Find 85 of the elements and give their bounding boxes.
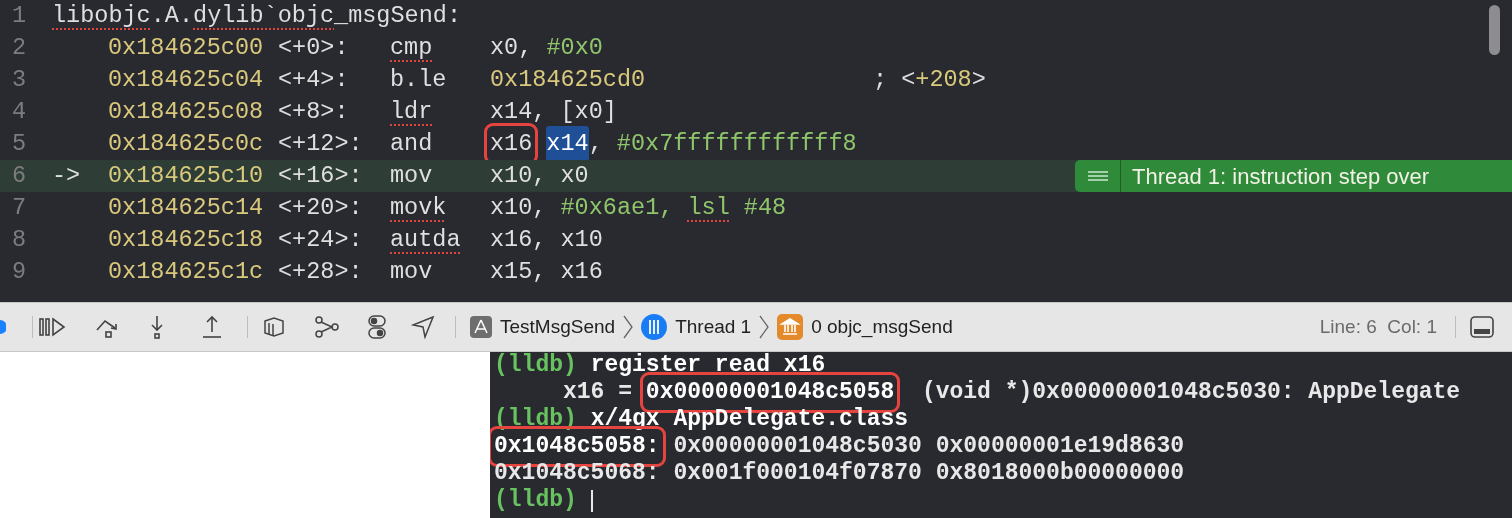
toggle-icon[interactable] — [367, 314, 387, 340]
chevron-icon — [759, 315, 770, 339]
comment: ; < — [873, 66, 916, 94]
offset: <+4>: — [278, 66, 349, 94]
immediate: #0x6ae1, — [560, 193, 675, 224]
address: 0x184625c14 — [108, 194, 264, 222]
comment: > — [971, 66, 986, 94]
console-output: (void *)0x00000001048c5030: AppDelegate — [920, 378, 1461, 408]
menu-icon — [1087, 171, 1108, 181]
mnemonic: b.le — [390, 66, 447, 94]
offset: <+8>: — [278, 98, 349, 126]
app-icon — [470, 316, 492, 338]
address: 0x184625c04 — [108, 66, 264, 94]
offset: <+12>: — [278, 130, 363, 158]
thread-annotation: Thread 1: instruction step over — [1121, 160, 1512, 192]
code-text: .A. — [150, 1, 194, 32]
breadcrumb-item[interactable]: 0 objc_msgSend — [777, 312, 953, 342]
code-text: dylib`objc — [193, 1, 335, 32]
line-number: 4 — [11, 97, 28, 128]
immediate: #0x0 — [546, 33, 603, 64]
offset: <+28>: — [278, 258, 363, 286]
breakpoint-toggle-icon[interactable] — [0, 320, 6, 334]
address: 0x184625c00 — [108, 34, 264, 62]
console-output: 0x00000001048c5030 0x00000001e19d8630 — [672, 432, 1185, 461]
line-number: 8 — [11, 225, 28, 256]
operand: x16, x10 — [490, 225, 603, 256]
line-number: 2 — [11, 33, 28, 64]
operand: x15, x16 — [490, 257, 603, 288]
line-number: 6 — [11, 161, 28, 192]
comment: +208 — [915, 66, 972, 94]
address: 0x184625c08 — [108, 98, 264, 126]
operand: x0, — [490, 33, 534, 64]
immediate: #0x7ffffffffffff8 — [616, 129, 857, 160]
code-text: _msgSend: — [334, 1, 461, 32]
layers-icon[interactable] — [262, 315, 286, 339]
mnemonic: autda — [390, 226, 461, 254]
line-number: 9 — [11, 257, 28, 288]
mnemonic: mov — [390, 162, 433, 190]
offset: <+24>: — [278, 226, 363, 254]
graph-icon[interactable] — [314, 315, 340, 339]
panel-toggle-icon[interactable] — [1470, 316, 1494, 338]
immediate: #48 — [742, 193, 787, 224]
line-number: 5 — [11, 129, 28, 160]
continue-icon[interactable] — [38, 316, 66, 338]
location-arrow-icon[interactable] — [411, 315, 435, 339]
mnemonic: and — [390, 130, 433, 158]
scrollbar-thumb[interactable] — [1489, 5, 1500, 55]
address: 0x184625c0c — [108, 130, 264, 158]
thread-icon — [641, 314, 668, 340]
offset: <+16>: — [278, 162, 363, 190]
address: 0x184625c18 — [108, 226, 264, 254]
cursor-position: Line: 6 Col: 1 — [1319, 314, 1437, 339]
operand: x10, x0 — [490, 161, 589, 192]
operand: , — [588, 129, 604, 160]
offset: <+0>: — [278, 34, 349, 62]
console-prompt: (lldb) — [494, 486, 578, 516]
mnemonic: movk — [390, 194, 447, 222]
address: 0x184625c1c — [108, 258, 264, 286]
selected-operand: x14 — [546, 126, 589, 162]
instruction-pointer: -> — [52, 162, 81, 190]
text-cursor — [590, 489, 593, 512]
line-number: 1 — [11, 1, 28, 32]
code-text: libobjc — [52, 1, 151, 32]
line-number: 3 — [11, 65, 28, 96]
annotation-icon-button[interactable] — [1075, 160, 1121, 192]
breadcrumb-item[interactable]: Thread 1 — [641, 312, 752, 342]
address: 0x184625c10 — [108, 162, 264, 190]
highlighted-operand: x16 — [487, 126, 536, 162]
step-into-icon[interactable] — [149, 314, 165, 340]
step-out-icon[interactable] — [201, 314, 223, 340]
stack-frame-icon — [777, 314, 804, 340]
mnemonic: mov — [390, 258, 433, 286]
chevron-icon — [623, 315, 634, 339]
mnemonic: cmp — [390, 34, 433, 62]
breadcrumb-item[interactable]: TestMsgSend — [470, 312, 616, 342]
address: 0x184625cd0 — [490, 65, 646, 96]
console-prompt: (lldb) — [494, 352, 578, 381]
operand: x14, [x0] — [490, 97, 617, 128]
operand: x10, — [490, 193, 548, 224]
console-output: x16 = — [562, 378, 634, 407]
mnemonic: ldr — [390, 98, 433, 126]
operand: lsl — [687, 193, 730, 224]
console-command: register read x16 — [590, 352, 826, 381]
line-number: 7 — [11, 193, 28, 224]
offset: <+20>: — [278, 194, 363, 222]
